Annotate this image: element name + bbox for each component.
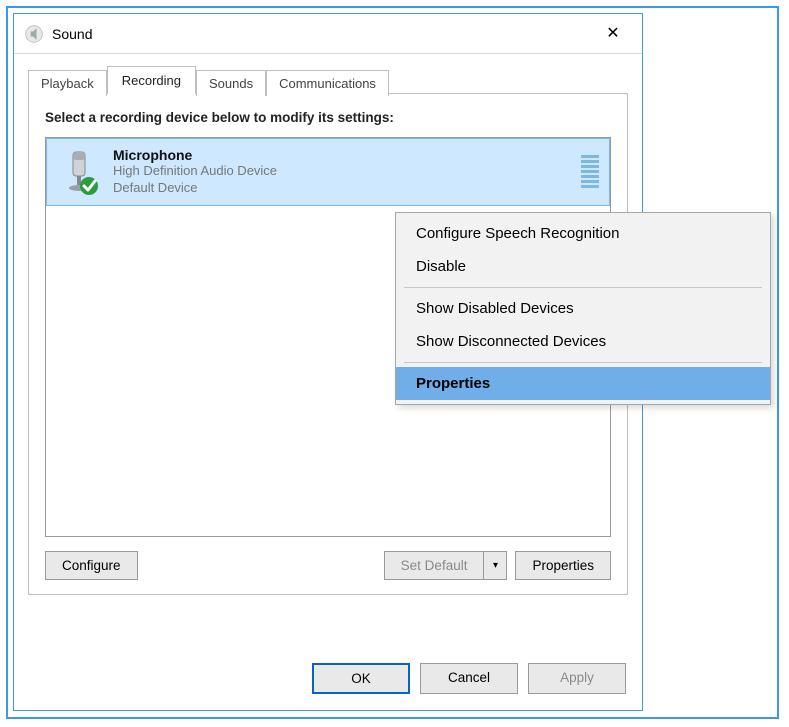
tab-sounds[interactable]: Sounds [196,70,266,96]
device-status: Default Device [113,180,581,197]
ok-button[interactable]: OK [312,663,410,694]
chevron-down-icon: ▾ [493,560,498,571]
set-default-split-button: Set Default ▾ [384,551,508,580]
dialog-footer: OK Cancel Apply [14,649,642,710]
set-default-button[interactable]: Set Default [384,551,484,580]
titlebar: Sound ✕ [14,14,642,54]
menu-separator [404,362,762,363]
sound-app-icon [24,24,44,44]
tab-playback[interactable]: Playback [28,70,107,96]
menu-item-show-disabled[interactable]: Show Disabled Devices [396,292,770,325]
device-name: Microphone [113,147,581,163]
microphone-icon [55,148,103,196]
menu-item-show-disconnected[interactable]: Show Disconnected Devices [396,325,770,358]
menu-item-properties[interactable]: Properties [396,367,770,400]
context-menu: Configure Speech Recognition Disable Sho… [395,212,771,405]
menu-item-configure-speech[interactable]: Configure Speech Recognition [396,217,770,250]
menu-item-disable[interactable]: Disable [396,250,770,283]
properties-button[interactable]: Properties [515,551,611,580]
configure-button[interactable]: Configure [45,551,138,580]
tab-communications[interactable]: Communications [266,70,389,96]
close-button[interactable]: ✕ [590,18,636,50]
tab-recording[interactable]: Recording [107,66,196,94]
tabstrip: Playback Recording Sounds Communications [28,66,628,94]
device-item-microphone[interactable]: Microphone High Definition Audio Device … [46,138,610,206]
level-meter-icon [581,155,599,188]
cancel-button[interactable]: Cancel [420,663,518,694]
menu-separator [404,287,762,288]
device-description: High Definition Audio Device [113,163,581,180]
instruction-text: Select a recording device below to modif… [45,110,611,125]
apply-button[interactable]: Apply [528,663,626,694]
close-icon: ✕ [606,26,619,42]
window-title: Sound [52,26,92,42]
set-default-dropdown[interactable]: ▾ [483,551,507,580]
